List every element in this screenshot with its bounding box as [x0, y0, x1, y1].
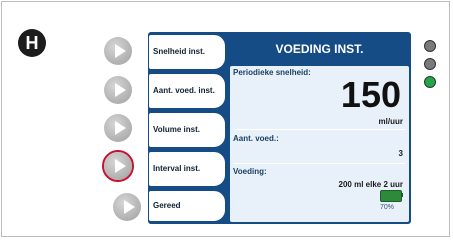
softkey-button-3[interactable] — [104, 114, 132, 142]
battery-percentage: 70% — [380, 204, 395, 211]
play-icon — [115, 44, 126, 58]
softkey-button-5[interactable] — [113, 193, 141, 221]
feeds-label: Aant. voed.: — [233, 134, 279, 143]
menu-item-label: Snelheid inst. — [153, 47, 206, 56]
softkey-button-1[interactable] — [104, 37, 132, 65]
menu-item-interval[interactable]: Interval inst. — [148, 151, 226, 187]
status-led-1 — [424, 40, 436, 52]
settings-panel: VOEDING INST. Periodieke snelheid: 150 m… — [228, 32, 411, 224]
rate-unit: ml/uur — [378, 117, 403, 126]
menu-item-label: Volume inst. — [153, 125, 200, 134]
status-led-2 — [424, 58, 436, 70]
battery-icon — [380, 190, 402, 202]
settings-content: Periodieke snelheid: 150 ml/uur Aant. vo… — [230, 66, 409, 222]
rate-value: 150 — [340, 74, 401, 115]
feeding-label: Voeding: — [233, 167, 267, 176]
feeding-value: 200 ml elke 2 uur — [338, 180, 403, 189]
divider — [234, 129, 405, 130]
divider — [234, 163, 405, 164]
step-badge: H — [18, 29, 46, 57]
battery-terminal — [401, 193, 403, 197]
play-icon — [115, 83, 126, 97]
menu-item-label: Aant. voed. inst. — [153, 86, 215, 95]
menu-item-volume[interactable]: Volume inst. — [148, 112, 226, 148]
play-icon — [115, 121, 126, 135]
play-icon — [124, 200, 135, 214]
menu-item-label: Interval inst. — [153, 164, 201, 173]
pump-screen: Snelheid inst. Aant. voed. inst. Volume … — [148, 32, 411, 224]
status-led-3 — [424, 76, 436, 88]
menu-item-snelheid[interactable]: Snelheid inst. — [148, 34, 226, 70]
play-icon — [115, 159, 126, 173]
menu-item-label: Gereed — [153, 201, 181, 210]
menu-item-aant-voed[interactable]: Aant. voed. inst. — [148, 73, 226, 109]
softkey-button-2[interactable] — [104, 76, 132, 104]
softkey-button-4[interactable] — [104, 152, 132, 180]
screen-title: VOEDING INST. — [275, 42, 364, 56]
menu-item-gereed[interactable]: Gereed — [148, 190, 226, 222]
feeds-value: 3 — [398, 149, 403, 158]
rate-label: Periodieke snelheid: — [233, 68, 311, 77]
